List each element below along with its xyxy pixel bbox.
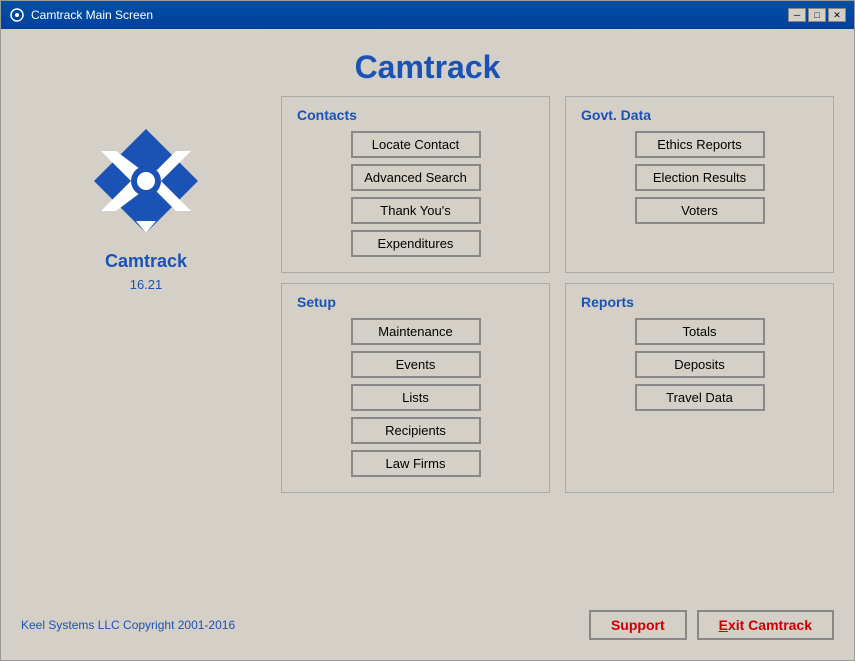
exit-button[interactable]: Exit Camtrack bbox=[697, 610, 834, 640]
reports-buttons: Totals Deposits Travel Data bbox=[581, 318, 818, 411]
govt-data-panel: Govt. Data Ethics Reports Election Resul… bbox=[565, 96, 834, 273]
app-icon bbox=[9, 7, 25, 23]
main-area: Camtrack 16.21 Contacts Locate Contact A… bbox=[21, 96, 834, 605]
voters-button[interactable]: Voters bbox=[635, 197, 765, 224]
action-buttons: Support Exit Camtrack bbox=[589, 610, 834, 640]
law-firms-button[interactable]: Law Firms bbox=[351, 450, 481, 477]
ethics-reports-button[interactable]: Ethics Reports bbox=[635, 131, 765, 158]
maximize-button[interactable]: □ bbox=[808, 8, 826, 22]
contacts-buttons: Locate Contact Advanced Search Thank You… bbox=[297, 131, 534, 257]
expenditures-button[interactable]: Expenditures bbox=[351, 230, 481, 257]
lists-button[interactable]: Lists bbox=[351, 384, 481, 411]
totals-button[interactable]: Totals bbox=[635, 318, 765, 345]
copyright-text: Keel Systems LLC Copyright 2001-2016 bbox=[21, 618, 235, 632]
thank-yous-button[interactable]: Thank You's bbox=[351, 197, 481, 224]
locate-contact-button[interactable]: Locate Contact bbox=[351, 131, 481, 158]
logo-container: Camtrack 16.21 bbox=[81, 116, 211, 292]
title-bar-controls: ─ □ ✕ bbox=[788, 8, 846, 22]
maintenance-button[interactable]: Maintenance bbox=[351, 318, 481, 345]
main-window: Camtrack Main Screen ─ □ ✕ Camtrack bbox=[0, 0, 855, 661]
top-panels-row: Contacts Locate Contact Advanced Search … bbox=[281, 96, 834, 273]
advanced-search-button[interactable]: Advanced Search bbox=[351, 164, 481, 191]
events-button[interactable]: Events bbox=[351, 351, 481, 378]
right-panel: Contacts Locate Contact Advanced Search … bbox=[281, 96, 834, 605]
govt-data-title: Govt. Data bbox=[581, 107, 818, 123]
close-button[interactable]: ✕ bbox=[828, 8, 846, 22]
contacts-panel: Contacts Locate Contact Advanced Search … bbox=[281, 96, 550, 273]
travel-data-button[interactable]: Travel Data bbox=[635, 384, 765, 411]
contacts-title: Contacts bbox=[297, 107, 534, 123]
minimize-button[interactable]: ─ bbox=[788, 8, 806, 22]
logo-version: 16.21 bbox=[130, 277, 163, 292]
left-panel: Camtrack 16.21 bbox=[21, 96, 271, 605]
content-area: Camtrack bbox=[1, 29, 854, 660]
govt-data-buttons: Ethics Reports Election Results Voters bbox=[581, 131, 818, 224]
reports-panel: Reports Totals Deposits Travel Data bbox=[565, 283, 834, 493]
setup-panel: Setup Maintenance Events Lists Recipient… bbox=[281, 283, 550, 493]
title-bar: Camtrack Main Screen ─ □ ✕ bbox=[1, 1, 854, 29]
bottom-panels-row: Setup Maintenance Events Lists Recipient… bbox=[281, 283, 834, 493]
reports-title: Reports bbox=[581, 294, 818, 310]
camtrack-logo bbox=[81, 116, 211, 246]
app-title: Camtrack bbox=[21, 49, 834, 86]
title-bar-text: Camtrack Main Screen bbox=[31, 8, 782, 22]
support-button[interactable]: Support bbox=[589, 610, 687, 640]
recipients-button[interactable]: Recipients bbox=[351, 417, 481, 444]
setup-buttons: Maintenance Events Lists Recipients Law … bbox=[297, 318, 534, 477]
setup-title: Setup bbox=[297, 294, 534, 310]
bottom-bar: Keel Systems LLC Copyright 2001-2016 Sup… bbox=[21, 605, 834, 640]
logo-label: Camtrack bbox=[105, 251, 187, 272]
deposits-button[interactable]: Deposits bbox=[635, 351, 765, 378]
election-results-button[interactable]: Election Results bbox=[635, 164, 765, 191]
